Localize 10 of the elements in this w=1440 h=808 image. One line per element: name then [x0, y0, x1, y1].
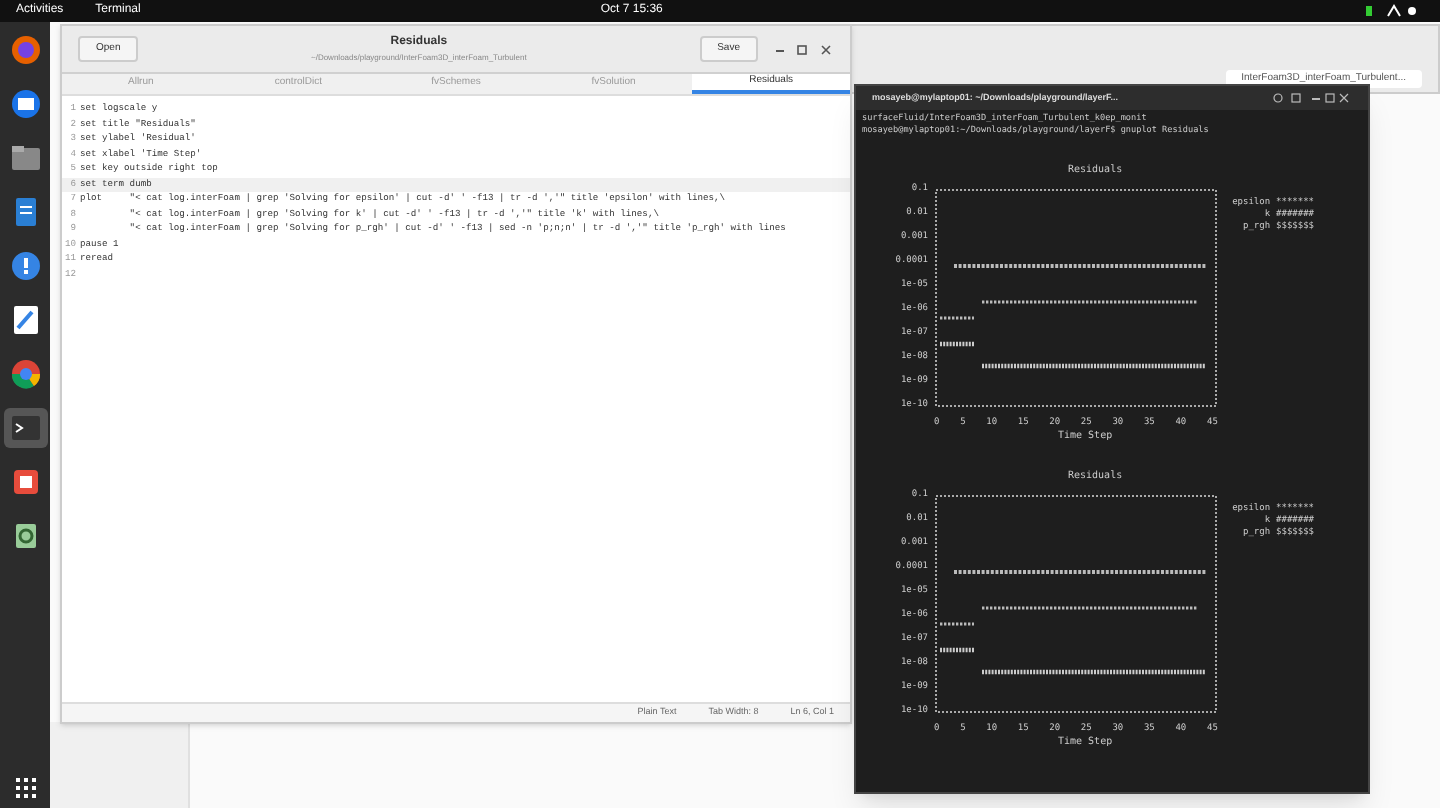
app-grid-icon[interactable]	[13, 776, 37, 800]
window-controls-icon[interactable]	[1272, 92, 1352, 104]
mail-icon[interactable]	[9, 88, 41, 120]
firefox-icon[interactable]	[9, 34, 41, 66]
text-editor-icon[interactable]	[9, 304, 41, 336]
help-icon[interactable]	[9, 250, 41, 282]
folder-icon[interactable]	[9, 142, 41, 174]
browser-icon[interactable]	[9, 358, 41, 390]
software-icon[interactable]	[9, 466, 41, 498]
window-controls-icon[interactable]	[774, 43, 834, 55]
